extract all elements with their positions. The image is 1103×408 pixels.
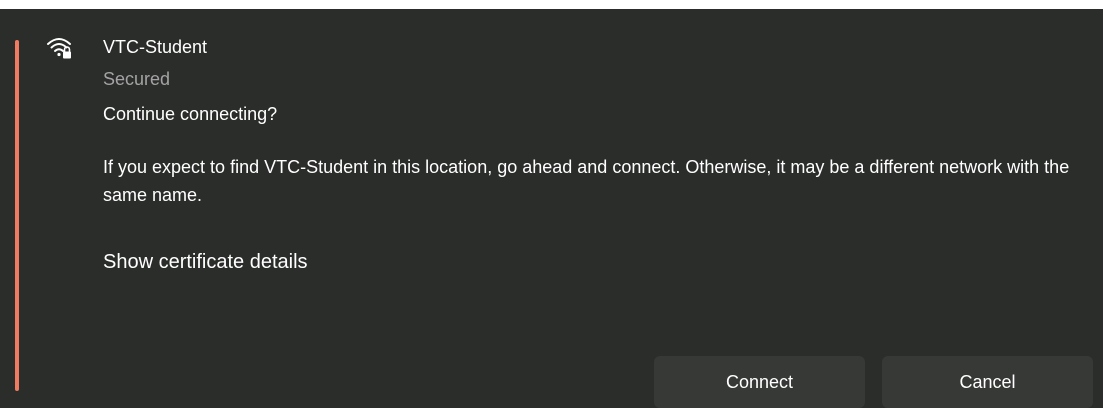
- show-certificate-details-link[interactable]: Show certificate details: [103, 251, 308, 274]
- continue-question: Continue connecting?: [103, 104, 278, 124]
- network-name: VTC-Student: [103, 37, 208, 57]
- network-status: Secured: [103, 69, 171, 89]
- cancel-button[interactable]: Cancel: [882, 356, 1093, 408]
- wifi-secured-icon: [47, 38, 71, 59]
- accent-bar: [15, 40, 19, 391]
- warning-message: If you expect to find VTC-Student in thi…: [103, 157, 1070, 205]
- wifi-connect-panel: VTC-Student Secured Continue connecting?…: [0, 9, 1103, 408]
- connect-button[interactable]: Connect: [654, 356, 865, 408]
